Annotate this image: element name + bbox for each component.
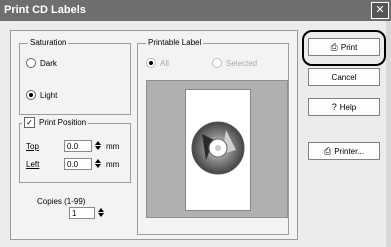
spin-up-icon [95,159,101,163]
spin-down-icon [95,146,101,150]
radio-all[interactable]: All [146,58,169,68]
left-unit: mm [106,160,120,169]
printer-button[interactable]: ⎙ Printer... [308,142,380,160]
cancel-button-label: Cancel [331,72,357,82]
left-input[interactable]: 0.0 [64,158,92,170]
label-preview [146,80,288,218]
vertical-scrollbar[interactable] [386,21,391,247]
radio-light[interactable]: Light [26,90,57,100]
copies-input[interactable]: 1 [69,207,95,219]
radio-selected[interactable]: Selected [212,58,257,68]
top-spinner[interactable] [94,140,102,152]
print-cd-labels-window: Print CD Labels ✕ Saturation Dark Light … [0,0,391,247]
top-label: Top [26,142,39,151]
help-button-label: Help [339,102,357,112]
window-title: Print CD Labels [4,4,86,16]
print-button-label: Print [340,42,358,52]
radio-selected-indicator [212,58,222,68]
print-position-checkbox[interactable]: ✓ Print Position [22,117,89,128]
radio-light-indicator [26,90,36,100]
radio-light-label: Light [40,90,58,100]
close-icon: ✕ [375,4,385,16]
paper-preview [185,89,251,211]
printer-button-label: Printer... [334,146,364,156]
spin-up-icon [98,208,104,212]
title-bar: Print CD Labels ✕ [0,0,391,21]
copies-label: Copies (1-99) [37,197,86,206]
printer-icon: ⎙ [324,145,332,156]
radio-dark-indicator [26,58,36,68]
left-spinner[interactable] [94,158,102,170]
radio-selected-label: Selected [226,58,258,68]
copies-spinner[interactable] [97,207,105,219]
help-button[interactable]: ? Help [308,98,380,116]
top-unit: mm [106,142,120,151]
printable-label-title: Printable Label [146,38,204,47]
close-button[interactable]: ✕ [371,2,389,19]
saturation-group: Saturation Dark Light [19,38,131,115]
radio-dark[interactable]: Dark [26,58,57,68]
print-position-group: ✓ Print Position Top 0.0 mm Left 0.0 mm [19,117,131,183]
top-input[interactable]: 0.0 [64,140,92,152]
spin-up-icon [95,141,101,145]
print-position-check: ✓ [24,117,35,128]
spin-down-icon [98,213,104,217]
print-position-title: Print Position [39,118,87,127]
cd-disc-image [191,121,245,175]
radio-all-label: All [160,58,169,68]
question-icon: ? [331,102,337,112]
printer-icon: ⎙ [330,41,338,52]
radio-dark-label: Dark [40,58,57,68]
print-button[interactable]: ⎙ Print [308,38,380,56]
radio-all-indicator [146,58,156,68]
cancel-button[interactable]: Cancel [308,68,380,86]
left-label: Left [26,160,40,169]
saturation-title: Saturation [28,38,69,47]
spin-down-icon [95,164,101,168]
